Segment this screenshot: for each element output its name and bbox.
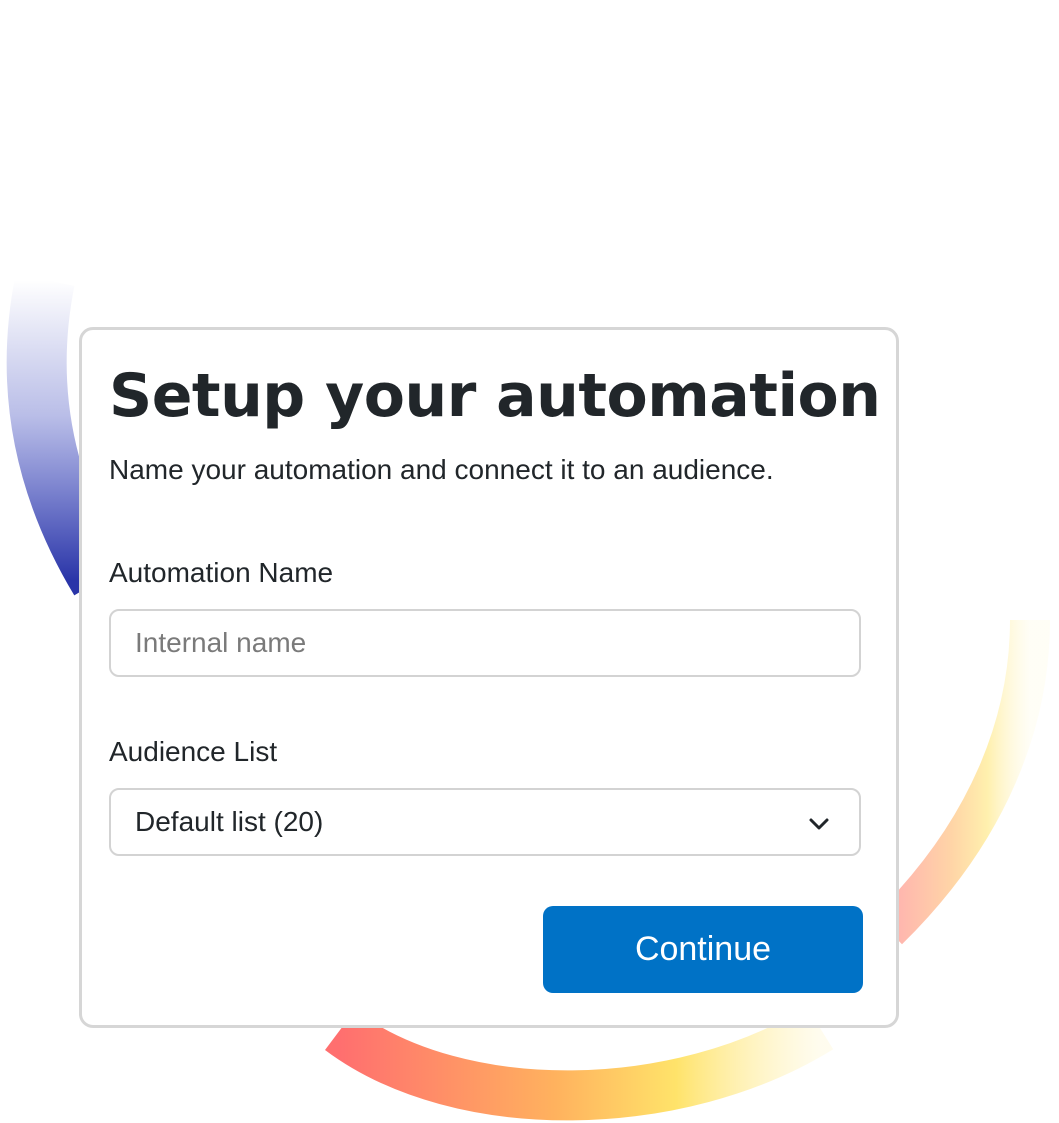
ring-bottom-arc bbox=[325, 1006, 834, 1121]
audience-list-selected-value: Default list (20) bbox=[135, 806, 324, 837]
dialog-subtitle: Name your automation and connect it to a… bbox=[109, 454, 774, 485]
automation-name-label: Automation Name bbox=[109, 557, 334, 588]
setup-automation-dialog: Setup your automation Name your automati… bbox=[79, 327, 899, 1028]
automation-name-input[interactable] bbox=[109, 609, 861, 677]
chevron-down-icon bbox=[809, 818, 829, 830]
audience-list-label: Audience List bbox=[109, 736, 278, 767]
dialog-title: Setup your automation bbox=[109, 361, 881, 431]
ring-right-arc bbox=[873, 619, 1050, 945]
audience-list-select[interactable]: Default list (20) bbox=[109, 788, 861, 856]
continue-button[interactable]: Continue bbox=[543, 906, 863, 993]
